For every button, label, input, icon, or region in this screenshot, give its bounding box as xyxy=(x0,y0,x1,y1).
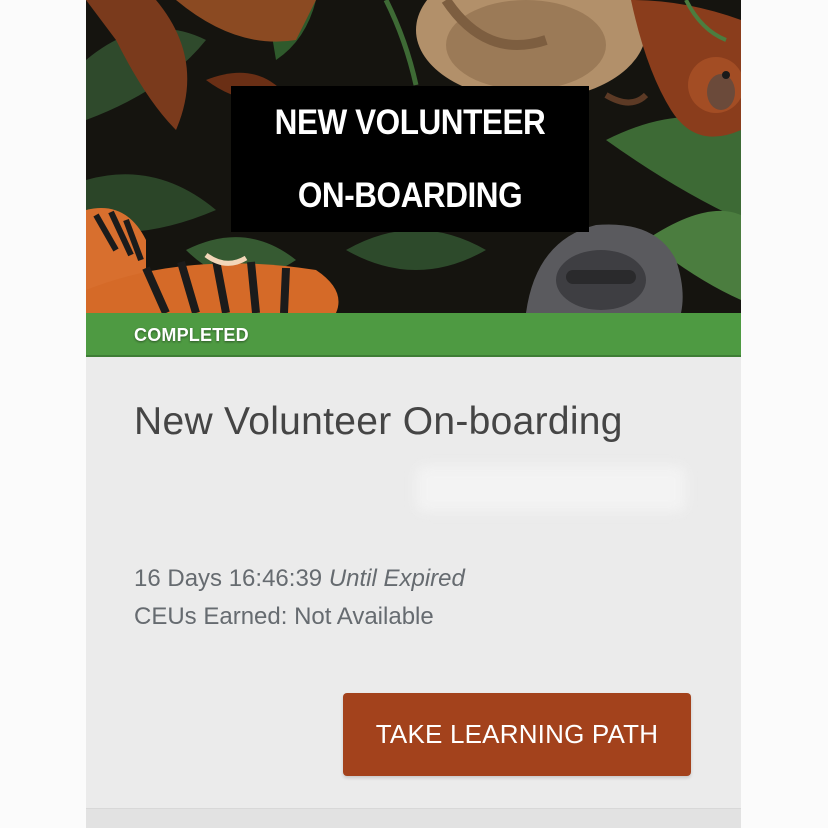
course-title: New Volunteer On-boarding xyxy=(134,400,623,443)
countdown-suffix: Until Expired xyxy=(328,565,465,592)
banner-title-line-1: NEW VOLUNTEER xyxy=(274,103,546,142)
blurred-region xyxy=(416,466,686,512)
banner-title-box: NEW VOLUNTEER ON-BOARDING xyxy=(231,86,589,232)
course-meta: 16 Days 16:46:39 Until Expired CEUs Earn… xyxy=(134,560,465,636)
expiry-countdown: 16 Days 16:46:39 Until Expired xyxy=(134,560,465,598)
banner-title-line-2: ON-BOARDING xyxy=(297,176,523,215)
status-badge: COMPLETED xyxy=(134,325,249,345)
countdown-value: 16 Days 16:46:39 xyxy=(134,565,323,592)
course-banner: NEW VOLUNTEER ON-BOARDING COMPLETED xyxy=(86,0,741,357)
take-learning-path-button[interactable]: TAKE LEARNING PATH xyxy=(343,693,691,776)
card-bottom-edge xyxy=(86,808,741,828)
ceus-earned: CEUs Earned: Not Available xyxy=(134,603,434,630)
status-strip: COMPLETED xyxy=(86,313,741,357)
learning-path-card: NEW VOLUNTEER ON-BOARDING COMPLETED New … xyxy=(86,0,741,828)
